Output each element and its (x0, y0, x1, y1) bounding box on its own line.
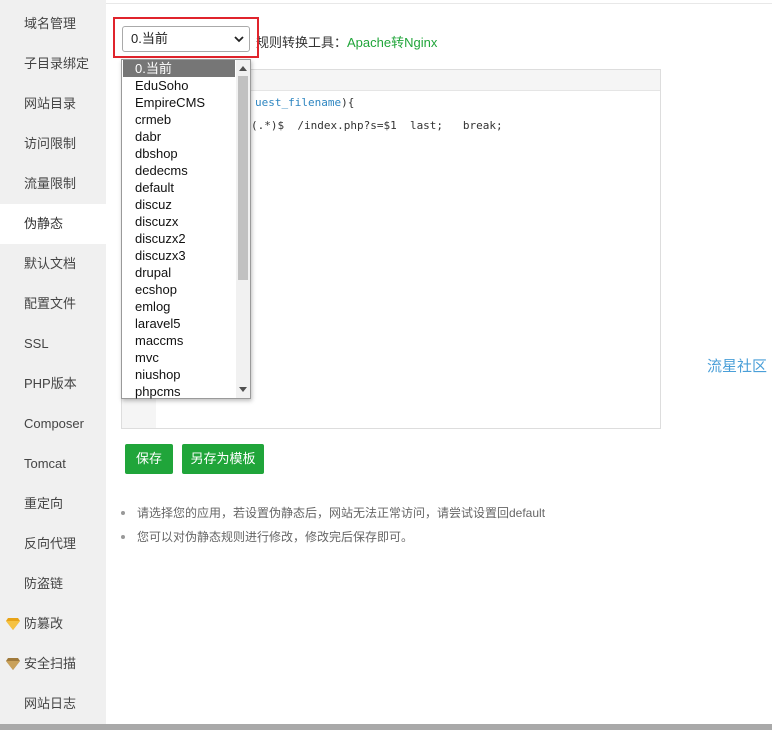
sidebar-item-label: 网站目录 (24, 96, 77, 111)
sidebar-item-label: 访问限制 (24, 136, 77, 151)
sidebar-item-label: 防盗链 (24, 576, 64, 591)
sidebar-item-security-scan[interactable]: 安全扫描 (0, 644, 106, 684)
tip-item: 您可以对伪静态规则进行修改，修改完后保存即可。 (121, 528, 413, 545)
sidebar-item-label: 伪静态 (24, 216, 64, 231)
dropdown-option[interactable]: ecshop (123, 281, 235, 298)
dropdown-option[interactable]: phpcms (123, 383, 235, 400)
sidebar-item-label: 网站日志 (24, 696, 77, 711)
dropdown-option[interactable]: crmeb (123, 111, 235, 128)
sidebar-item-label: 流量限制 (24, 176, 77, 191)
sidebar-item-site-dir[interactable]: 网站目录 (0, 84, 106, 124)
dropdown-option[interactable]: discuzx2 (123, 230, 235, 247)
sidebar-item-label: Composer (24, 416, 84, 431)
sidebar-item-php-version[interactable]: PHP版本 (0, 364, 106, 404)
code-keyword: uest_filename (255, 96, 342, 109)
sidebar-item-composer[interactable]: Composer (0, 404, 106, 444)
apache-to-nginx-link[interactable]: Apache转Nginx (347, 35, 437, 50)
dropdown-option[interactable]: discuz (123, 196, 235, 213)
save-as-template-button[interactable]: 另存为模板 (182, 444, 264, 474)
sidebar-item-label: 防篡改 (24, 616, 64, 631)
code-text: ){ (341, 96, 355, 109)
dropdown-option[interactable]: maccms (123, 332, 235, 349)
sidebar-item-label: Tomcat (24, 456, 66, 471)
top-divider (106, 3, 772, 4)
sidebar-item-label: 子目录绑定 (24, 56, 90, 71)
sidebar-item-label: 配置文件 (24, 296, 77, 311)
app-root: 域名管理 子目录绑定 网站目录 访问限制 流量限制 伪静态 默认文档 配置文件 … (0, 0, 772, 730)
sidebar-item-label: PHP版本 (24, 376, 77, 391)
template-dropdown-list[interactable]: 0.当前 EduSoho EmpireCMS crmeb dabr dbshop… (121, 59, 251, 399)
sidebar-item-site-log[interactable]: 网站日志 (0, 684, 106, 724)
dropdown-option[interactable]: 0.当前 (123, 60, 235, 77)
dropdown-option[interactable]: dabr (123, 128, 235, 145)
dropdown-scrollbar[interactable] (236, 60, 250, 398)
scroll-down-icon[interactable] (239, 387, 247, 393)
sidebar-item-default-doc[interactable]: 默认文档 (0, 244, 106, 284)
dropdown-option[interactable]: default (123, 179, 235, 196)
dropdown-option[interactable]: discuzx3 (123, 247, 235, 264)
sidebar-item-label: 域名管理 (24, 16, 77, 31)
sidebar-item-config-file[interactable]: 配置文件 (0, 284, 106, 324)
sidebar-item-label: 反向代理 (24, 536, 77, 551)
sidebar-item-rewrite[interactable]: 伪静态 (0, 204, 106, 244)
dropdown-option[interactable]: dbshop (123, 145, 235, 162)
bullet-icon (121, 534, 125, 539)
dropdown-option[interactable]: niushop (123, 366, 235, 383)
dropdown-option[interactable]: discuzx (123, 213, 235, 230)
rule-convert-tool: 规则转换工具：Apache转Nginx (256, 32, 437, 51)
bullet-icon (121, 510, 125, 515)
bottom-scrollbar (0, 724, 772, 730)
dropdown-option[interactable]: EmpireCMS (123, 94, 235, 111)
gem-icon (6, 618, 20, 630)
watermark-text: 流星社区 (707, 358, 768, 375)
gem-icon (6, 658, 20, 670)
sidebar-item-label: SSL (24, 336, 49, 351)
dropdown-option[interactable]: EduSoho (123, 77, 235, 94)
sidebar-item-redirect[interactable]: 重定向 (0, 484, 106, 524)
rule-convert-label: 规则转换工具： (256, 35, 348, 50)
dropdown-option[interactable]: drupal (123, 264, 235, 281)
sidebar-item-ssl[interactable]: SSL (0, 324, 106, 364)
sidebar: 域名管理 子目录绑定 网站目录 访问限制 流量限制 伪静态 默认文档 配置文件 … (0, 0, 106, 724)
sidebar-item-tomcat[interactable]: Tomcat (0, 444, 106, 484)
tip-text: 请选择您的应用，若设置伪静态后，网站无法正常访问，请尝试设置回default (137, 506, 546, 520)
code-line-2: (.*)$ /index.php?s=$1 last; break; (251, 119, 503, 132)
sidebar-item-label: 默认文档 (24, 256, 77, 271)
tip-item: 请选择您的应用，若设置伪静态后，网站无法正常访问，请尝试设置回default (121, 504, 545, 521)
sidebar-item-domain[interactable]: 域名管理 (0, 4, 106, 44)
dropdown-option[interactable]: emlog (123, 298, 235, 315)
select-highlight-frame (113, 17, 259, 58)
sidebar-item-hotlink[interactable]: 防盗链 (0, 564, 106, 604)
tip-text: 您可以对伪静态规则进行修改，修改完后保存即可。 (137, 530, 414, 544)
dropdown-option[interactable]: dedecms (123, 162, 235, 179)
sidebar-item-traffic-limit[interactable]: 流量限制 (0, 164, 106, 204)
dropdown-option[interactable]: laravel5 (123, 315, 235, 332)
sidebar-item-reverse-proxy[interactable]: 反向代理 (0, 524, 106, 564)
sidebar-item-subdir[interactable]: 子目录绑定 (0, 44, 106, 84)
code-line-1: uest_filename){ (255, 96, 354, 109)
sidebar-item-label: 重定向 (24, 496, 64, 511)
sidebar-item-label: 安全扫描 (24, 656, 77, 671)
dropdown-option[interactable]: mvc (123, 349, 235, 366)
sidebar-item-tamper-proof[interactable]: 防篡改 (0, 604, 106, 644)
sidebar-item-access-limit[interactable]: 访问限制 (0, 124, 106, 164)
scrollbar-thumb[interactable] (238, 76, 248, 280)
scroll-up-icon[interactable] (239, 65, 247, 71)
save-button[interactable]: 保存 (125, 444, 173, 474)
